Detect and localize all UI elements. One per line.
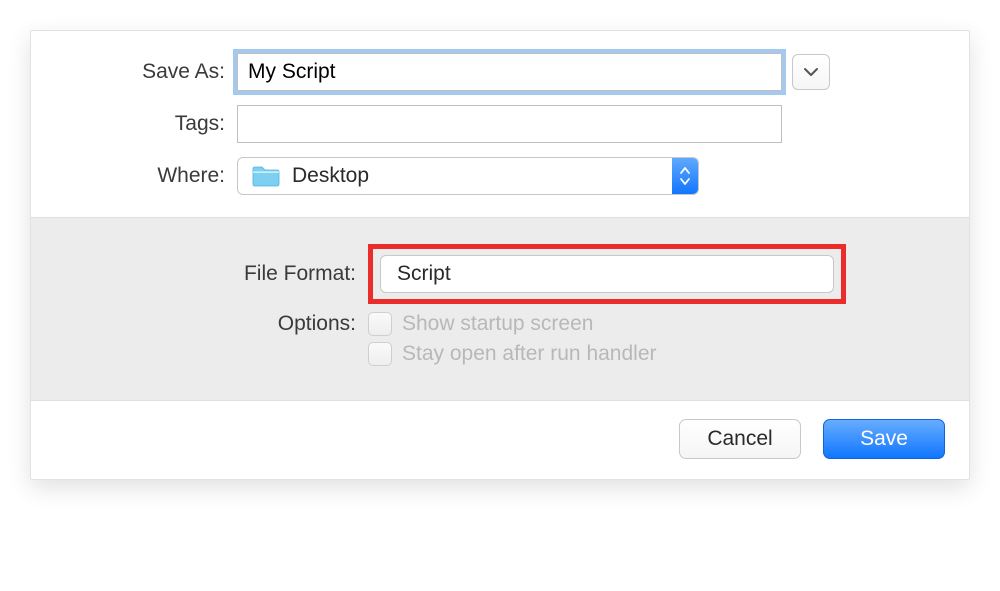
show-startup-label: Show startup screen (402, 312, 593, 336)
save-as-input[interactable] (237, 53, 782, 91)
tags-row: Tags: (61, 105, 939, 143)
save-as-label: Save As: (61, 60, 237, 84)
stay-open-checkbox[interactable] (368, 342, 392, 366)
show-startup-row: Show startup screen (368, 312, 657, 336)
save-top-section: Save As: Tags: Where: Deskto (31, 31, 969, 217)
expand-button[interactable] (792, 54, 830, 90)
stay-open-label: Stay open after run handler (402, 342, 657, 366)
file-format-label: File Format: (61, 262, 368, 286)
stepper-icon (821, 263, 833, 285)
cancel-button[interactable]: Cancel (679, 419, 801, 459)
save-button[interactable]: Save (823, 419, 945, 459)
options-row: Options: Show startup screen Stay open a… (61, 312, 939, 366)
save-as-row: Save As: (61, 53, 939, 91)
stay-open-row: Stay open after run handler (368, 342, 657, 366)
dialog-footer: Cancel Save (31, 401, 969, 479)
options-label: Options: (61, 312, 368, 336)
show-startup-checkbox[interactable] (368, 312, 392, 336)
folder-icon (252, 165, 280, 187)
where-value: Desktop (290, 164, 672, 188)
options-panel: File Format: Script Options: (31, 217, 969, 401)
options-checkboxes: Show startup screen Stay open after run … (368, 312, 657, 366)
tags-label: Tags: (61, 112, 237, 136)
tags-input[interactable] (237, 105, 782, 143)
chevron-down-icon (803, 67, 819, 77)
stepper-icon (672, 158, 698, 194)
file-format-row: File Format: Script (61, 244, 939, 304)
file-format-select[interactable]: Script (380, 255, 834, 293)
where-row: Where: Desktop (103, 157, 939, 195)
where-label: Where: (103, 164, 237, 188)
file-format-highlight: Script (368, 244, 846, 304)
where-select[interactable]: Desktop (237, 157, 699, 195)
save-dialog: Save As: Tags: Where: Deskto (30, 30, 970, 480)
file-format-value: Script (381, 262, 821, 286)
